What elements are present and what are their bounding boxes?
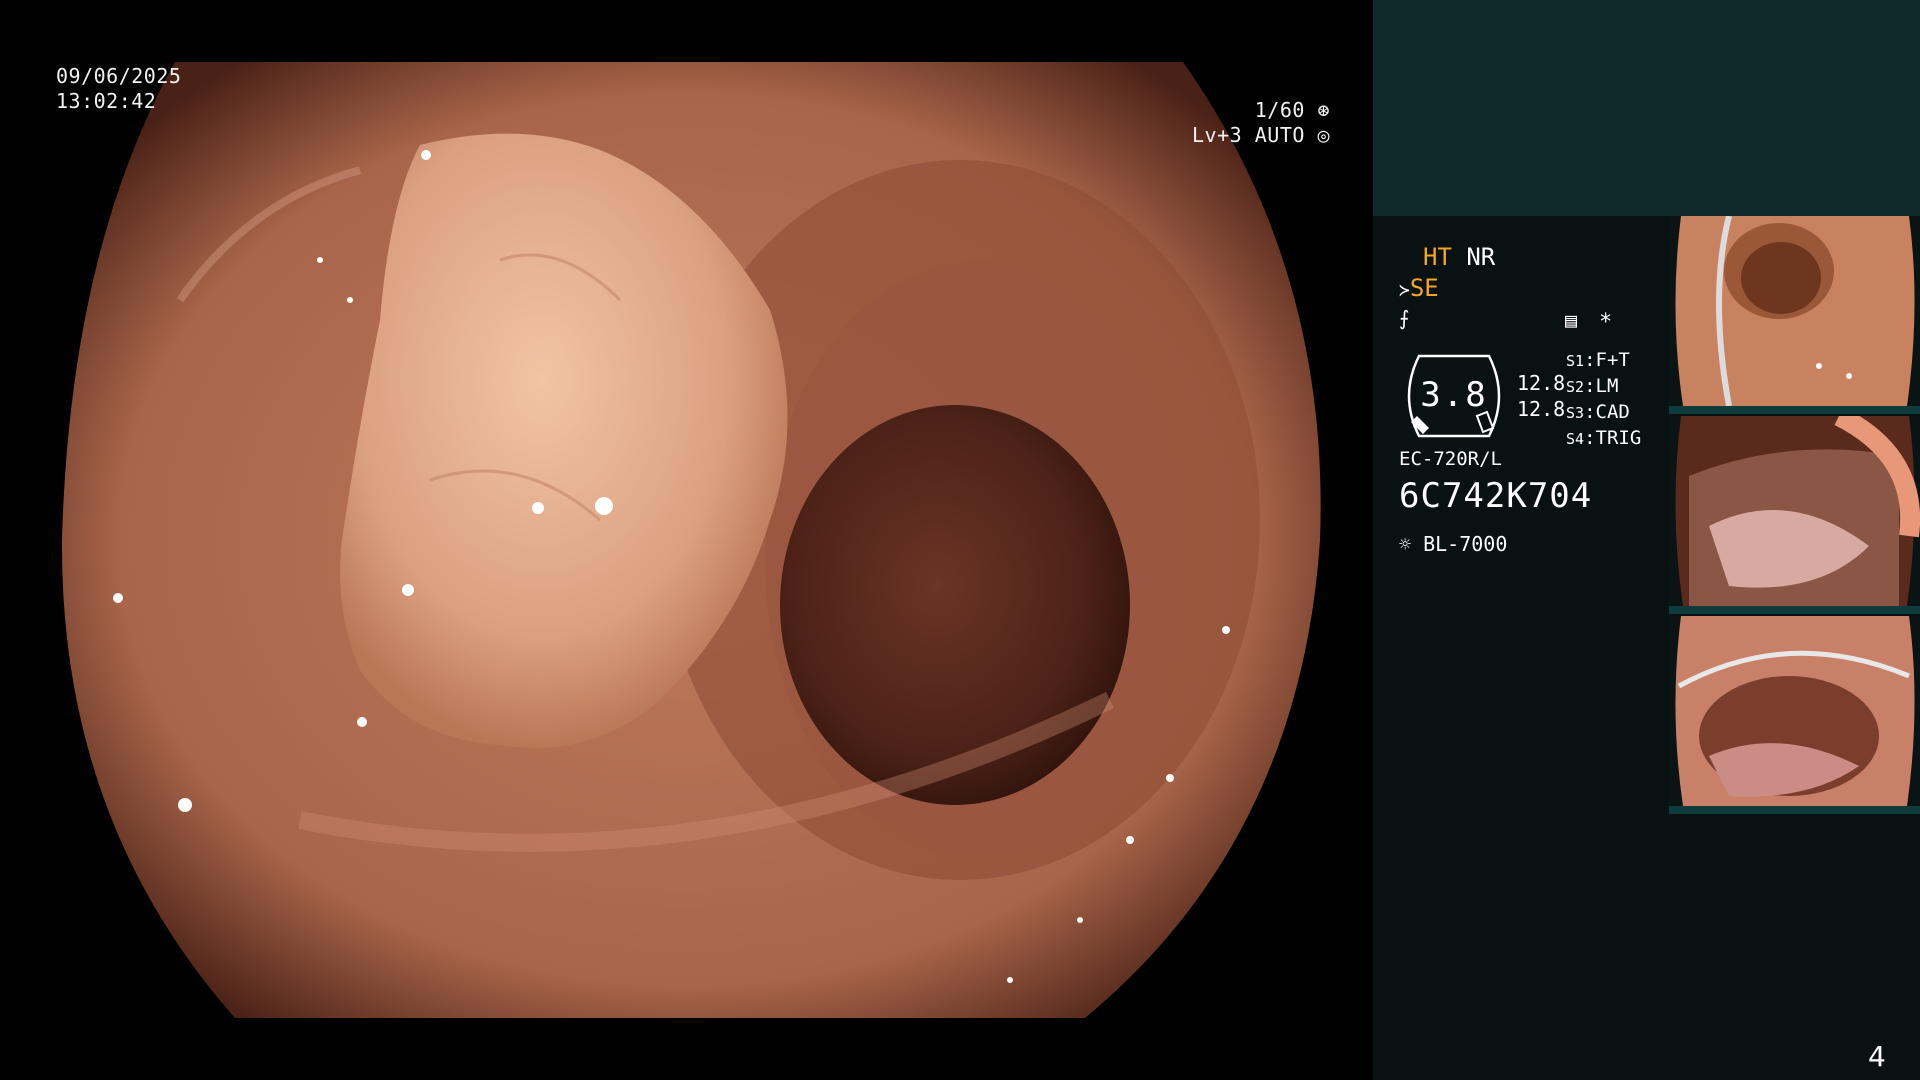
settings-list-icon: ▤	[1565, 308, 1578, 332]
lamp-icon: ☼	[1399, 532, 1412, 556]
value-2: 12.8	[1517, 397, 1566, 421]
thumbnail-2[interactable]	[1669, 416, 1920, 614]
thumbnail-3[interactable]	[1669, 616, 1920, 814]
ht-nr-row: HT NR	[1423, 242, 1495, 272]
signal-icon: ⨍	[1399, 306, 1410, 330]
page-number: 4	[1868, 1040, 1886, 1073]
zoom-values: 12.8 12.8	[1517, 370, 1565, 422]
timestamp: 09/06/2025 13:02:42	[56, 64, 181, 114]
thumbnail-strip	[1669, 216, 1920, 816]
time-text: 13:02:42	[56, 89, 157, 113]
light-source: ☼ BL-7000	[1399, 530, 1507, 558]
thumbnail-1[interactable]	[1669, 216, 1920, 414]
scope-serial: 6C742K704	[1399, 476, 1593, 516]
nr-label: NR	[1466, 243, 1496, 271]
thumbnail-bar	[1669, 606, 1920, 614]
exposure-info: 1/60 ⊛ Lv+3 AUTO ◎	[1180, 98, 1330, 148]
ht-label: HT	[1423, 243, 1452, 271]
switch-row: S1:F+T	[1566, 349, 1630, 371]
endoscopic-image	[61, 62, 1321, 1018]
asterisk-mark: *	[1599, 310, 1613, 335]
light-source-text: BL-7000	[1423, 532, 1508, 556]
switch-row: S4:TRIG	[1566, 427, 1642, 449]
thumbnail-bar	[1669, 806, 1920, 814]
se-label: SE	[1409, 274, 1439, 302]
value-1: 12.8	[1517, 371, 1566, 395]
thumbnail-bar	[1669, 406, 1920, 414]
aperture-icon: ⊛	[1304, 98, 1330, 122]
mode-text: AUTO	[1254, 123, 1305, 147]
level-text: Lv+3	[1192, 123, 1243, 147]
iris-value: 3.8	[1420, 375, 1488, 415]
date-text: 09/06/2025	[56, 64, 182, 88]
auto-iris-icon: ◎	[1304, 123, 1330, 147]
shutter-text: 1/60	[1254, 98, 1305, 122]
switch-assignments: S1:F+T S2:LM S3:CAD S4:TRIG	[1566, 348, 1641, 452]
scope-model: EC-720R/L	[1399, 448, 1502, 470]
se-row: ≻SE	[1399, 273, 1439, 306]
switch-row: S2:LM	[1566, 375, 1619, 397]
switch-row: S3:CAD	[1566, 401, 1630, 423]
hose-icon: ≻	[1399, 280, 1410, 301]
endoscope-view: 09/06/2025 13:02:42 1/60 ⊛ Lv+3 AUTO ◎	[0, 0, 1373, 1080]
info-panel-header	[1373, 0, 1920, 216]
info-panel: HT NR ≻SE ⨍ ▤ * 3.8 12.8 12.8 S1:F+T S2:…	[1373, 0, 1920, 1080]
